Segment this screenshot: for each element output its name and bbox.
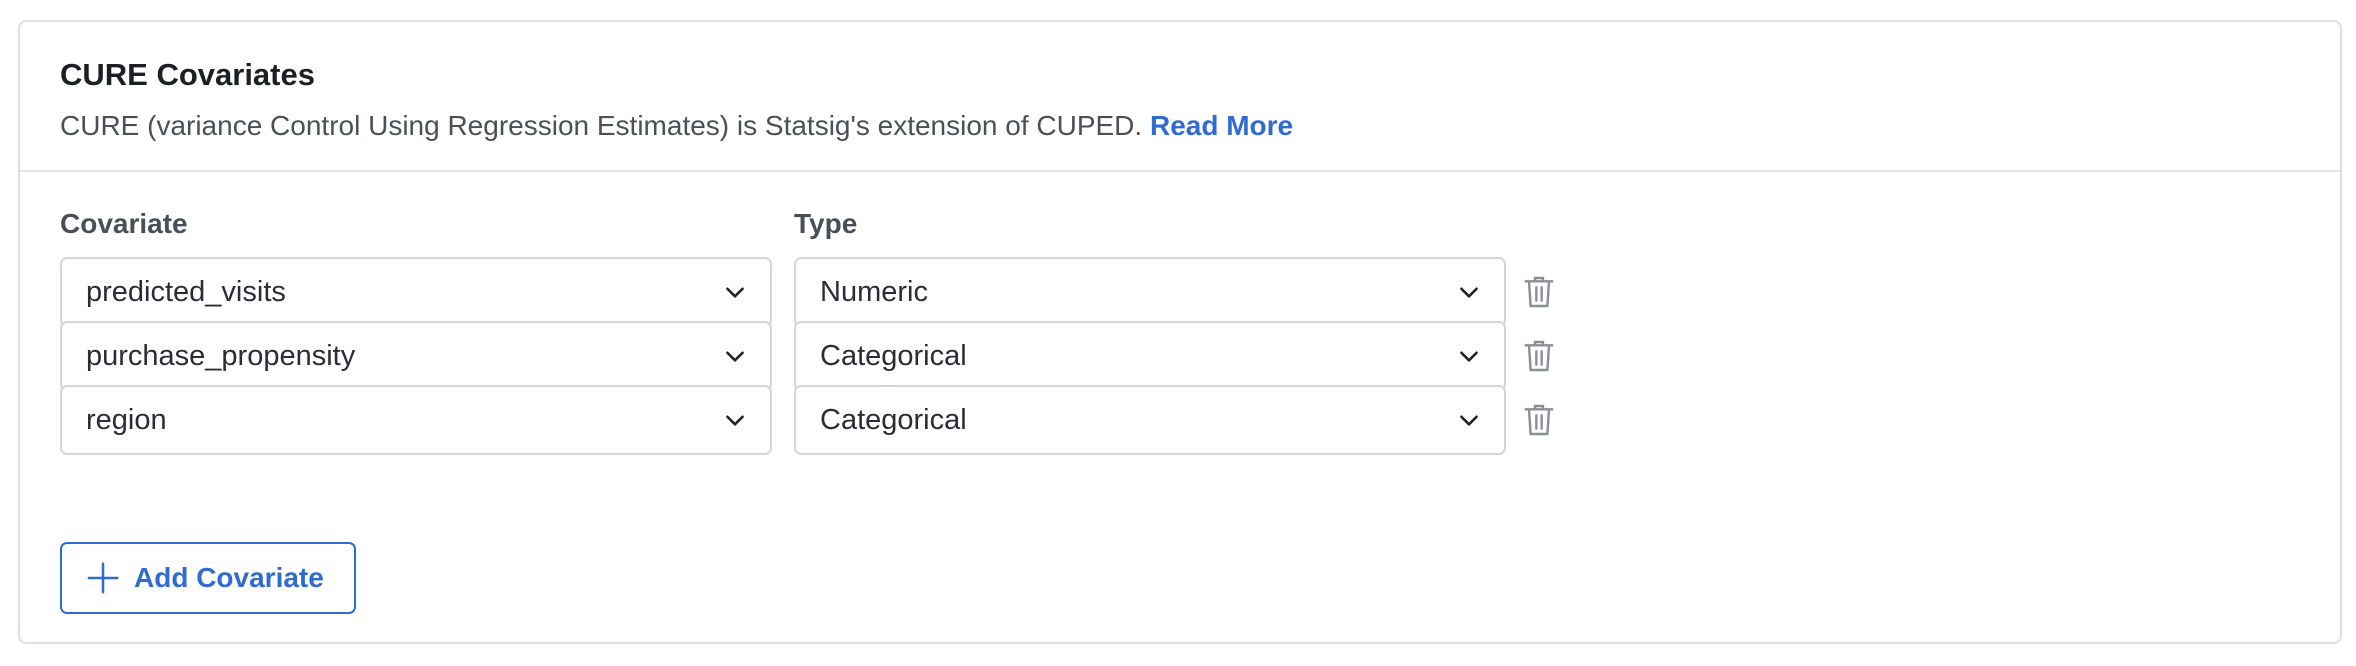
covariate-value: purchase_propensity (86, 339, 356, 372)
covariate-select[interactable]: region (60, 385, 772, 455)
type-value: Categorical (820, 403, 967, 436)
covariate-value: region (86, 403, 167, 436)
plus-icon (87, 562, 119, 594)
cure-covariates-panel: CURE Covariates CURE (variance Control U… (18, 20, 2342, 644)
type-select[interactable]: Categorical (794, 385, 1506, 455)
add-covariate-label: Add Covariate (134, 562, 324, 593)
type-value: Categorical (820, 339, 967, 372)
covariate-column-label: Covariate (60, 208, 188, 239)
covariate-select[interactable]: purchase_propensity (60, 321, 772, 391)
type-column-label: Type (794, 208, 858, 239)
covariate-value: predicted_visits (86, 275, 286, 308)
chevron-down-icon (726, 415, 744, 426)
chevron-down-icon (726, 351, 744, 362)
chevron-down-icon (1460, 415, 1478, 426)
panel-header: CURE Covariates CURE (variance Control U… (20, 22, 2340, 172)
covariate-select[interactable]: predicted_visits (60, 257, 772, 327)
trash-icon[interactable] (1523, 402, 1555, 438)
chevron-down-icon (1460, 287, 1478, 298)
type-select[interactable]: Numeric (794, 257, 1506, 327)
type-select[interactable]: Categorical (794, 321, 1506, 391)
type-value: Numeric (820, 275, 928, 308)
trash-icon[interactable] (1523, 338, 1555, 374)
section-description: CURE (variance Control Using Regression … (60, 109, 2340, 143)
trash-icon[interactable] (1523, 274, 1555, 310)
add-covariate-button[interactable]: Add Covariate (60, 542, 356, 614)
read-more-link[interactable]: Read More (1150, 110, 1293, 141)
description-text: CURE (variance Control Using Regression … (60, 110, 1143, 141)
section-title: CURE Covariates (60, 57, 315, 92)
chevron-down-icon (726, 287, 744, 298)
chevron-down-icon (1460, 351, 1478, 362)
